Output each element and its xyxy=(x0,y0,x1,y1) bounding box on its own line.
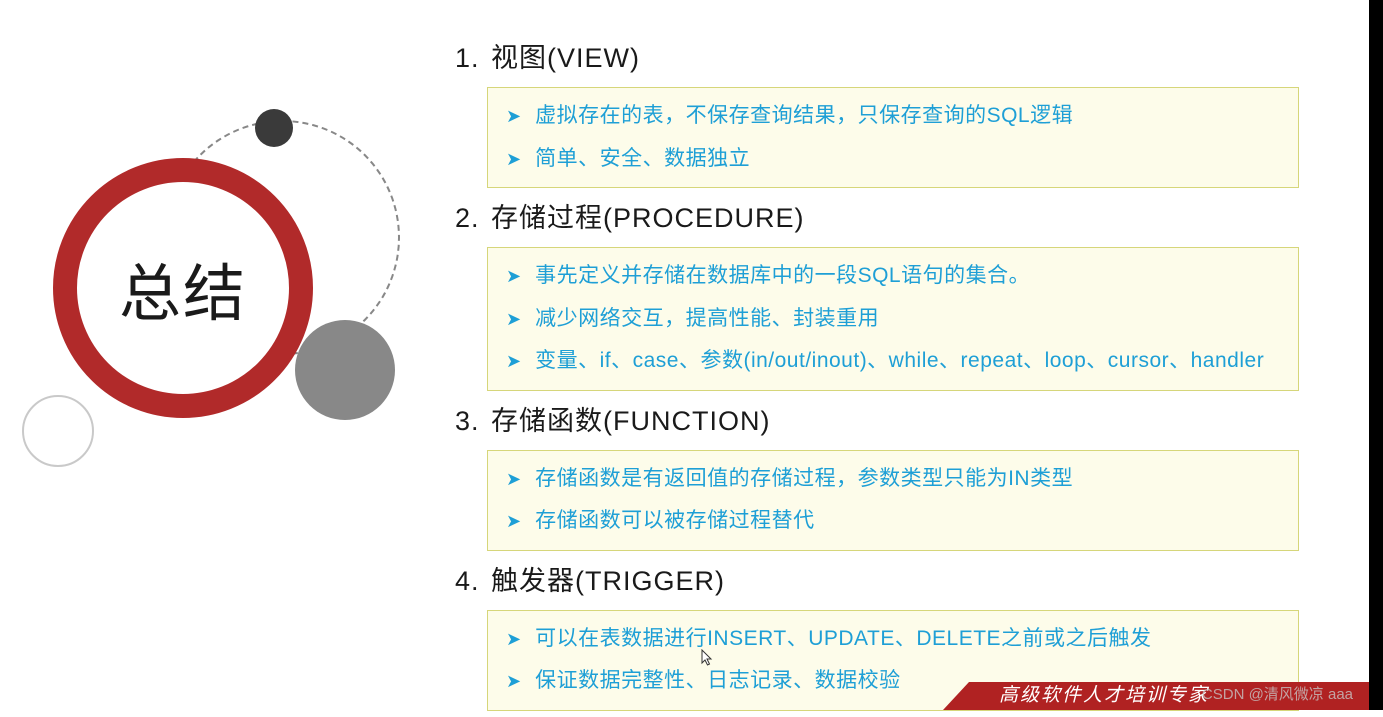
list-item: ➤ 变量、if、case、参数(in/out/inout)、while、repe… xyxy=(506,345,1280,378)
section-title: 触发器(TRIGGER) xyxy=(491,566,725,596)
bullet-text: 变量、if、case、参数(in/out/inout)、while、repeat… xyxy=(535,345,1264,378)
section-title: 视图(VIEW) xyxy=(491,43,640,73)
list-item: ➤ 可以在表数据进行INSERT、UPDATE、DELETE之前或之后触发 xyxy=(506,623,1280,656)
bullet-text: 可以在表数据进行INSERT、UPDATE、DELETE之前或之后触发 xyxy=(535,623,1151,656)
list-item: ➤ 减少网络交互，提高性能、封装重用 xyxy=(506,303,1280,336)
bullet-text: 存储函数是有返回值的存储过程，参数类型只能为IN类型 xyxy=(535,463,1073,496)
arrow-icon: ➤ xyxy=(506,306,521,334)
info-box-view: ➤ 虚拟存在的表，不保存查询结果，只保存查询的SQL逻辑 ➤ 简单、安全、数据独… xyxy=(487,87,1299,188)
right-black-bar xyxy=(1369,0,1383,710)
bullet-text: 保证数据完整性、日志记录、数据校验 xyxy=(535,665,901,698)
bullet-text: 简单、安全、数据独立 xyxy=(535,143,750,176)
section-heading-view: 1.视图(VIEW) xyxy=(455,36,1310,75)
content-area: 1.视图(VIEW) ➤ 虚拟存在的表，不保存查询结果，只保存查询的SQL逻辑 … xyxy=(455,28,1310,717)
list-item: ➤ 存储函数是有返回值的存储过程，参数类型只能为IN类型 xyxy=(506,463,1280,496)
arrow-icon: ➤ xyxy=(506,103,521,131)
red-ring-circle: 总结 xyxy=(53,158,313,418)
dark-circle-decor xyxy=(255,109,293,147)
section-title: 存储函数(FUNCTION) xyxy=(491,406,770,436)
list-item: ➤ 简单、安全、数据独立 xyxy=(506,143,1280,176)
arrow-icon: ➤ xyxy=(506,626,521,654)
bullet-text: 存储函数可以被存储过程替代 xyxy=(535,505,815,538)
section-title: 存储过程(PROCEDURE) xyxy=(491,203,805,233)
section-heading-function: 3.存储函数(FUNCTION) xyxy=(455,399,1310,438)
summary-title: 总结 xyxy=(119,243,247,333)
section-number: 3. xyxy=(455,406,491,437)
decor-area: 总结 xyxy=(0,0,450,710)
bullet-text: 虚拟存在的表，不保存查询结果，只保存查询的SQL逻辑 xyxy=(535,100,1073,133)
gray-circle-decor xyxy=(295,320,395,420)
info-box-procedure: ➤ 事先定义并存储在数据库中的一段SQL语句的集合。 ➤ 减少网络交互，提高性能… xyxy=(487,247,1299,391)
arrow-icon: ➤ xyxy=(506,146,521,174)
arrow-icon: ➤ xyxy=(506,668,521,696)
list-item: ➤ 存储函数可以被存储过程替代 xyxy=(506,505,1280,538)
arrow-icon: ➤ xyxy=(506,508,521,536)
watermark-text: CSDN @清风微凉 aaa xyxy=(1202,683,1353,704)
bullet-text: 减少网络交互，提高性能、封装重用 xyxy=(535,303,879,336)
arrow-icon: ➤ xyxy=(506,348,521,376)
bullet-text: 事先定义并存储在数据库中的一段SQL语句的集合。 xyxy=(535,260,1030,293)
info-box-function: ➤ 存储函数是有返回值的存储过程，参数类型只能为IN类型 ➤ 存储函数可以被存储… xyxy=(487,450,1299,551)
arrow-icon: ➤ xyxy=(506,263,521,291)
list-item: ➤ 虚拟存在的表，不保存查询结果，只保存查询的SQL逻辑 xyxy=(506,100,1280,133)
section-heading-procedure: 2.存储过程(PROCEDURE) xyxy=(455,196,1310,235)
section-number: 1. xyxy=(455,43,491,74)
section-number: 4. xyxy=(455,566,491,597)
section-heading-trigger: 4.触发器(TRIGGER) xyxy=(455,559,1310,598)
section-number: 2. xyxy=(455,203,491,234)
outline-circle-decor xyxy=(22,395,94,467)
cursor-icon xyxy=(701,649,715,672)
list-item: ➤ 事先定义并存储在数据库中的一段SQL语句的集合。 xyxy=(506,260,1280,293)
arrow-icon: ➤ xyxy=(506,466,521,494)
